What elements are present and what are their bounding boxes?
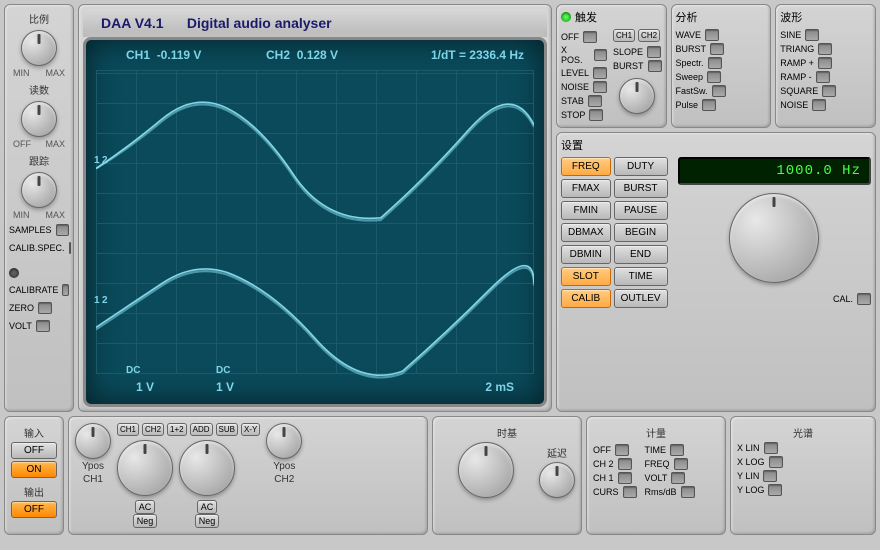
set-pause[interactable]: PAUSE — [614, 201, 668, 220]
in-off[interactable]: OFF — [11, 442, 57, 459]
mode-sub[interactable]: SUB — [216, 423, 238, 436]
an-sweep[interactable] — [707, 71, 721, 83]
an-fastsw[interactable] — [712, 85, 726, 97]
in-on[interactable]: ON — [11, 461, 57, 478]
trig-burst[interactable] — [648, 60, 662, 72]
wf-rampp[interactable] — [818, 57, 832, 69]
wf-triang[interactable] — [818, 43, 832, 55]
m-rmsdb[interactable] — [681, 486, 695, 498]
set-dbmax[interactable]: DBMAX — [561, 223, 611, 242]
set-begin[interactable]: BEGIN — [614, 223, 668, 242]
trig-noise[interactable] — [593, 81, 607, 93]
trig-stop[interactable] — [589, 109, 603, 121]
zero-check[interactable] — [38, 302, 52, 314]
trig-off[interactable] — [583, 31, 597, 43]
trig-slope[interactable] — [647, 46, 661, 58]
ch2-ac[interactable]: AC — [197, 500, 218, 514]
trigger-knob[interactable] — [619, 78, 655, 114]
wf-rampm[interactable] — [816, 71, 830, 83]
set-outlev[interactable]: OUTLEV — [614, 289, 668, 308]
calibrate-led — [9, 268, 19, 278]
set-time[interactable]: TIME — [614, 267, 668, 286]
set-duty[interactable]: DUTY — [614, 157, 668, 176]
trigger-panel: 触发 OFF X POS. LEVEL NOISE STAB STOP CH1C… — [556, 4, 667, 128]
wf-square[interactable] — [822, 85, 836, 97]
reading-knob[interactable] — [21, 101, 57, 137]
m-time[interactable] — [670, 444, 684, 456]
set-slot[interactable]: SLOT — [561, 267, 611, 286]
oscilloscope-display[interactable]: CH1 -0.119 V CH2 0.128 V 1/dT = 2336.4 H… — [83, 37, 547, 407]
mode-add[interactable]: ADD — [190, 423, 213, 436]
m-volt[interactable] — [671, 472, 685, 484]
io-panel: 输入 OFF ON 输出 OFF — [4, 416, 64, 535]
an-pulse[interactable] — [702, 99, 716, 111]
trig-ch2[interactable]: CH2 — [638, 29, 660, 42]
spectrum-panel: 光谱 X LIN X LOG Y LIN Y LOG — [730, 416, 876, 535]
m-curs[interactable] — [623, 486, 637, 498]
sp-xlog[interactable] — [769, 456, 783, 468]
waveform-panel: 波形 SINE TRIANG RAMP + RAMP - SQUARE NOIS… — [775, 4, 876, 128]
mode-ch2[interactable]: CH2 — [142, 423, 164, 436]
ch1-neg[interactable]: Neg — [133, 514, 158, 528]
trig-xpos[interactable] — [594, 49, 607, 61]
calibspec-check[interactable] — [69, 242, 71, 254]
trig-ch1[interactable]: CH1 — [613, 29, 635, 42]
track-label: 跟踪 — [9, 153, 69, 168]
wf-noise[interactable] — [812, 99, 826, 111]
meter-panel: 计量 OFF CH 2 CH 1 CURS TIME FREQ VOLT Rms… — [586, 416, 726, 535]
set-fmax[interactable]: FMAX — [561, 179, 611, 198]
ch2-vdiv-knob[interactable] — [179, 440, 235, 496]
sp-ylin[interactable] — [763, 470, 777, 482]
an-wave[interactable] — [705, 29, 719, 41]
mode-ch1[interactable]: CH1 — [117, 423, 139, 436]
app-title-bar: DAA V4.1 Digital audio analyser — [83, 9, 547, 37]
settings-panel: 设置 FREQ DUTY FMAX BURST FMIN PAUSE DBMAX… — [556, 132, 876, 412]
trig-level[interactable] — [593, 67, 607, 79]
set-dbmin[interactable]: DBMIN — [561, 245, 611, 264]
volt-check[interactable] — [36, 320, 50, 332]
an-spectr[interactable] — [708, 57, 722, 69]
trigger-led — [561, 12, 571, 22]
scale-label: 比例 — [9, 11, 69, 26]
analysis-panel: 分析 WAVE BURST Spectr. Sweep FastSw. Puls… — [671, 4, 772, 128]
set-calib[interactable]: CALIB — [561, 289, 611, 308]
timebase-knob[interactable] — [458, 442, 514, 498]
trig-stab[interactable] — [588, 95, 602, 107]
mode-xy[interactable]: X-Y — [241, 423, 260, 436]
left-sidebar: 比例 MINMAX 读数 OFFMAX 跟踪 MINMAX SAMPLES CA… — [4, 4, 74, 412]
settings-main-knob[interactable] — [729, 193, 819, 283]
ch1-ac[interactable]: AC — [135, 500, 156, 514]
out-off[interactable]: OFF — [11, 501, 57, 518]
reading-label: 读数 — [9, 82, 69, 97]
mode-1plus2[interactable]: 1+2 — [167, 423, 187, 436]
m-ch1[interactable] — [618, 472, 632, 484]
set-fmin[interactable]: FMIN — [561, 201, 611, 220]
calibrate-check[interactable] — [62, 284, 69, 296]
m-off[interactable] — [615, 444, 629, 456]
sp-xlin[interactable] — [764, 442, 778, 454]
set-freq[interactable]: FREQ — [561, 157, 611, 176]
set-burst[interactable]: BURST — [614, 179, 668, 198]
m-freq[interactable] — [674, 458, 688, 470]
cal-check[interactable] — [857, 293, 871, 305]
m-ch2[interactable] — [618, 458, 632, 470]
channel-panel: Ypos CH1 CH1 CH2 1+2 ADD SUB X-Y AC Neg — [68, 416, 428, 535]
ch2-ypos-knob[interactable] — [266, 423, 302, 459]
sp-ylog[interactable] — [768, 484, 782, 496]
timebase-panel: 时基 延迟 — [432, 416, 582, 535]
ch2-neg[interactable]: Neg — [195, 514, 220, 528]
wf-sine[interactable] — [805, 29, 819, 41]
scale-knob[interactable] — [21, 30, 57, 66]
scope-panel: DAA V4.1 Digital audio analyser CH1 -0.1… — [78, 4, 552, 412]
ch1-ypos-knob[interactable] — [75, 423, 111, 459]
track-knob[interactable] — [21, 172, 57, 208]
freq-display: 1000.0 Hz — [678, 157, 871, 185]
an-burst[interactable] — [710, 43, 724, 55]
samples-check[interactable] — [56, 224, 69, 236]
set-end[interactable]: END — [614, 245, 668, 264]
ch1-vdiv-knob[interactable] — [117, 440, 173, 496]
delay-knob[interactable] — [539, 462, 575, 498]
